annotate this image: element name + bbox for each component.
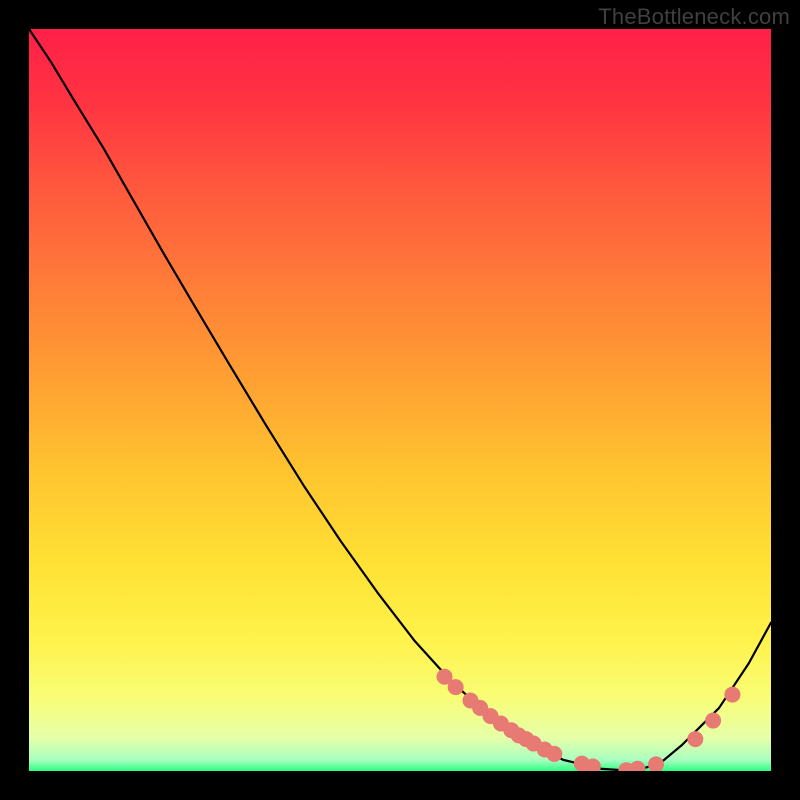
data-marker bbox=[448, 679, 464, 695]
watermark-text: TheBottleneck.com bbox=[598, 4, 790, 30]
plot-area bbox=[29, 29, 771, 771]
data-marker bbox=[724, 687, 740, 703]
data-marker bbox=[687, 731, 703, 747]
chart-container: TheBottleneck.com bbox=[0, 0, 800, 800]
chart-svg bbox=[29, 29, 771, 771]
data-marker bbox=[546, 746, 562, 762]
gradient-background bbox=[29, 29, 771, 771]
data-marker bbox=[705, 713, 721, 729]
